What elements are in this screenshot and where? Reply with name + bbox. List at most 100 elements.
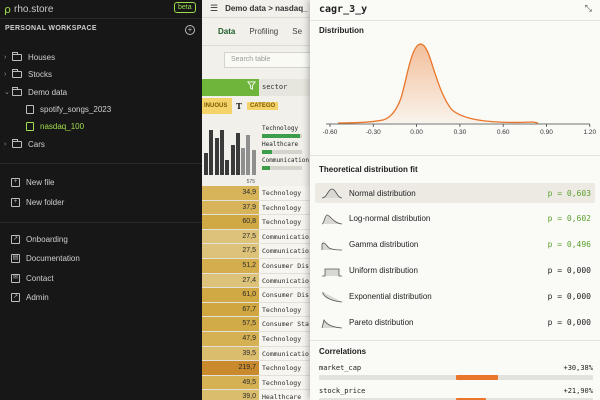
table-cell-value[interactable]: 47,9 — [202, 331, 259, 346]
tree-item[interactable]: › Stocks — [4, 68, 52, 81]
sidebar-link[interactable]: ↗ Admin — [11, 291, 49, 304]
table-cell-value[interactable]: 27,5 — [202, 229, 259, 244]
table-cell-value[interactable]: 219,7 — [202, 361, 259, 375]
table-cell-sector[interactable]: Communicatio — [259, 346, 310, 361]
table-cell-sector[interactable]: Consumer Dis — [259, 288, 310, 302]
distribution-fit-row[interactable]: Log-normal distribution p = 0,602 — [315, 209, 595, 229]
category-summary-item: Technology — [262, 125, 310, 138]
table-row[interactable]: 49,5 Technology — [202, 375, 310, 391]
table-row[interactable]: 27,4 Communicatio — [202, 273, 310, 289]
tab-1[interactable]: Profiling — [249, 27, 278, 36]
histogram-bar — [204, 152, 208, 175]
table-cell-sector[interactable]: Communicatio — [259, 273, 310, 288]
table-cell-sector[interactable]: Technology — [259, 375, 310, 390]
table-cell-sector[interactable]: Technology — [259, 200, 310, 215]
table-row[interactable]: 67,7 Technology — [202, 302, 310, 318]
table-row[interactable]: 60,8 Technology — [202, 215, 310, 230]
tab-2[interactable]: Se — [292, 27, 302, 36]
normal-curve-icon — [321, 188, 343, 199]
sidebar-link[interactable]: ↗ Onboarding — [11, 233, 68, 246]
table-cell-value[interactable]: 39,0 — [202, 390, 259, 400]
tree-item[interactable]: › Cars — [4, 138, 45, 151]
distribution-fit-row[interactable]: Gamma distribution p = 0,496 — [315, 235, 595, 255]
table-row[interactable]: 39,5 Communicatio — [202, 346, 310, 362]
type-badge-categorical: CATEGO — [246, 102, 279, 110]
distribution-fit-row[interactable]: Normal distribution p = 0,603 — [315, 183, 595, 203]
column-header-numeric[interactable] — [202, 79, 259, 96]
table-row[interactable]: 51,2 Consumer Dis — [202, 258, 310, 274]
tree-item[interactable]: spotify_songs_2023 — [26, 103, 111, 116]
app-name[interactable]: rho.store — [14, 4, 53, 15]
table-row[interactable]: 39,0 Healthcare — [202, 390, 310, 400]
table-row[interactable]: 57,5 Consumer Sta — [202, 317, 310, 332]
table-row[interactable]: 37,9 Technology — [202, 200, 310, 216]
chevron-down-icon[interactable]: ⌄ — [4, 88, 12, 96]
tree-item[interactable]: ⌄ Demo data — [4, 86, 67, 99]
table-cell-value[interactable]: 49,5 — [202, 375, 259, 390]
sidebar-link[interactable]: ▤ Documentation — [11, 252, 80, 265]
correlation-row[interactable]: stock_price +21,90% — [319, 387, 593, 400]
table-row[interactable]: 27,5 Communicatio — [202, 229, 310, 245]
histogram-bar — [235, 132, 240, 175]
table-cell-value[interactable]: 51,2 — [202, 258, 259, 273]
search-input[interactable]: Search table — [224, 52, 310, 68]
column-header-sector[interactable]: sector — [259, 79, 310, 96]
tree-item-label: spotify_songs_2023 — [40, 104, 112, 114]
pareto-curve-icon — [321, 318, 343, 328]
x-axis-ticks: -0.60 -0.30 0.00 0.30 0.60 0.90 1.20 — [323, 124, 596, 136]
table-cell-sector[interactable]: Consumer Dis — [259, 258, 310, 273]
chevron-right-icon[interactable]: › — [4, 54, 12, 61]
tree-item[interactable]: nasdaq_100 — [26, 120, 84, 133]
distribution-fit-row[interactable]: Exponential distribution p = 0,000 — [315, 287, 595, 307]
sidebar-link-label: Onboarding — [26, 235, 68, 244]
x-tick-label: 0.00 — [410, 129, 423, 136]
tab-0[interactable]: Data — [218, 27, 235, 36]
table-cell-sector[interactable]: Technology — [259, 361, 310, 375]
divider — [310, 20, 600, 21]
add-icon[interactable]: + — [185, 25, 195, 35]
correlation-row[interactable]: market_cap +30,38% — [319, 364, 593, 380]
correlations-title: Correlations — [319, 347, 367, 356]
sidebar-action[interactable]: + New folder — [11, 196, 64, 209]
chevron-right-icon[interactable]: › — [4, 141, 12, 148]
table-row[interactable]: 34,9 Technology — [202, 186, 310, 201]
tree-item[interactable]: › Houses — [4, 51, 55, 64]
table-row[interactable]: 27,5 Communicatio — [202, 244, 310, 259]
breadcrumb[interactable]: Demo data > nasdaq_ — [225, 4, 307, 13]
table-cell-value[interactable]: 37,9 — [202, 200, 259, 215]
table-cell-value[interactable]: 60,8 — [202, 215, 259, 229]
onboarding-icon: ↗ — [11, 235, 20, 244]
table-cell-sector[interactable]: Technology — [259, 331, 310, 346]
table-cell-value[interactable]: 61,0 — [202, 288, 259, 302]
table-row[interactable]: 47,9 Technology — [202, 331, 310, 347]
table-cell-sector[interactable]: Technology — [259, 186, 310, 200]
sidebar-action[interactable]: + New file — [11, 176, 54, 189]
table-cell-sector[interactable]: Communicatio — [259, 244, 310, 258]
table-cell-sector[interactable]: Communicatio — [259, 229, 310, 244]
menu-icon[interactable]: ☰ — [210, 3, 218, 14]
table-row[interactable]: 219,7 Technology — [202, 361, 310, 376]
table-cell-sector[interactable]: Technology — [259, 215, 310, 229]
folder-icon — [12, 69, 22, 79]
filter-icon[interactable] — [247, 81, 256, 90]
table-cell-sector[interactable]: Consumer Sta — [259, 317, 310, 331]
table-cell-value[interactable]: 57,5 — [202, 317, 259, 331]
distribution-name: Pareto distribution — [349, 318, 414, 327]
distribution-fit-row[interactable]: Pareto distribution p = 0,000 — [315, 313, 595, 333]
divider — [310, 340, 600, 341]
table-cell-sector[interactable]: Technology — [259, 302, 310, 317]
chevron-right-icon[interactable]: › — [4, 71, 12, 78]
table-cell-value[interactable]: 34,9 — [202, 186, 259, 200]
table-row[interactable]: 61,0 Consumer Dis — [202, 288, 310, 303]
table-cell-value[interactable]: 67,7 — [202, 302, 259, 317]
table-cell-sector[interactable]: Healthcare — [259, 390, 310, 400]
sidebar-link[interactable]: ✉ Contact — [11, 272, 54, 285]
correlation-bar — [319, 375, 593, 380]
correlation-name: market_cap — [319, 364, 362, 372]
table-cell-value[interactable]: 39,5 — [202, 346, 259, 361]
table-cell-value[interactable]: 27,5 — [202, 244, 259, 258]
collapse-icon[interactable]: ⤡ — [585, 3, 592, 14]
distribution-fit-row[interactable]: Uniform distribution p = 0,000 — [315, 261, 595, 281]
text-type-icon: T — [236, 101, 242, 111]
table-cell-value[interactable]: 27,4 — [202, 273, 259, 288]
